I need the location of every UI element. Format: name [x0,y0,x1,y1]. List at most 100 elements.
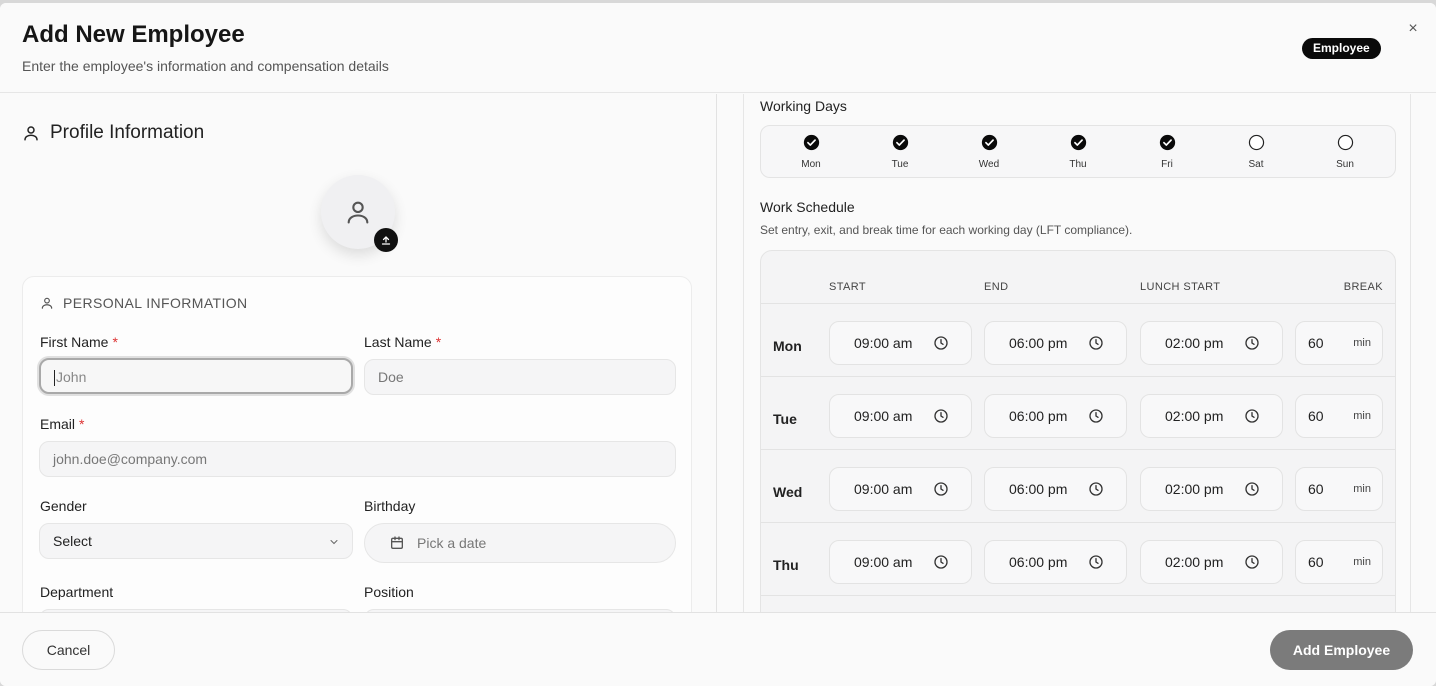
end-time-input[interactable]: 06:00 pm [984,467,1127,511]
position-label: Position [364,584,414,600]
day-toggle-thu[interactable]: Thu [1058,134,1098,170]
lunch-start-value: 02:00 pm [1165,335,1224,351]
end-time-value: 06:00 pm [1009,481,1068,497]
start-time-input[interactable]: 09:00 am [829,540,972,584]
clock-icon [1245,336,1259,350]
required-marker: * [79,416,85,432]
row-divider [761,303,1395,304]
personal-info-label: PERSONAL INFORMATION [63,295,248,311]
lunch-start-input[interactable]: 02:00 pm [1140,540,1283,584]
start-time-value: 09:00 am [854,335,913,351]
schedule-day-label: Thu [773,557,799,573]
break-unit: min [1353,556,1371,568]
clock-icon [1089,482,1103,496]
day-toggle-tue[interactable]: Tue [880,134,920,170]
user-icon [41,297,53,309]
start-time-input[interactable]: 09:00 am [829,394,972,438]
add-employee-button[interactable]: Add Employee [1270,630,1413,670]
schedule-pane[interactable]: Working Days Mon Tue Wed Thu Fri Sat Sun… [743,94,1411,612]
break-minutes-input[interactable]: 60 min [1295,394,1383,438]
day-toggle-wed[interactable]: Wed [969,134,1009,170]
break-value: 60 [1308,335,1324,351]
row-divider [761,595,1395,596]
clock-icon [1245,555,1259,569]
day-toggle-sun[interactable]: Sun [1325,134,1365,170]
end-time-value: 06:00 pm [1009,335,1068,351]
working-days-label: Working Days [760,98,847,114]
first-name-value: John [56,369,87,385]
working-days-selector: Mon Tue Wed Thu Fri Sat Sun [760,125,1396,178]
email-input[interactable]: john.doe@company.com [39,441,676,477]
upload-photo-button[interactable] [374,228,398,252]
work-schedule-note: Set entry, exit, and break time for each… [760,223,1133,237]
row-divider [761,522,1395,523]
clock-icon [934,482,948,496]
day-name: Thu [1069,159,1087,170]
lunch-start-input[interactable]: 02:00 pm [1140,467,1283,511]
profile-section-title: Profile Information [22,122,204,144]
gender-select[interactable]: Select [39,523,353,559]
birthday-label: Birthday [364,498,416,514]
day-name: Tue [891,159,909,170]
cancel-button[interactable]: Cancel [22,630,115,670]
profile-pane: Profile Information PERSONAL INFORMATION… [0,94,716,612]
last-name-label: Last Name * [364,334,441,350]
clock-icon [1245,482,1259,496]
user-icon [24,126,38,141]
required-marker: * [435,334,442,350]
clock-icon [934,336,948,350]
close-icon[interactable]: × [1404,20,1422,38]
dialog-footer: Cancel Add Employee [0,612,1436,686]
chevron-down-icon [330,540,338,545]
start-time-input[interactable]: 09:00 am [829,321,972,365]
last-name-placeholder: Doe [378,369,404,385]
lunch-start-value: 02:00 pm [1165,408,1224,424]
start-time-value: 09:00 am [854,481,913,497]
clock-icon [934,555,948,569]
schedule-day-label: Wed [773,484,803,500]
lunch-start-input[interactable]: 02:00 pm [1140,321,1283,365]
dialog-subtitle: Enter the employee's information and com… [22,58,389,74]
profile-section-label: Profile Information [50,122,205,143]
email-label: Email * [40,416,84,432]
first-name-input[interactable]: John [39,358,353,394]
work-schedule-label: Work Schedule [760,199,855,215]
day-name: Wed [978,159,1000,170]
clock-icon [1089,409,1103,423]
birthday-datepicker[interactable]: Pick a date [364,523,676,563]
day-toggle-mon[interactable]: Mon [791,134,831,170]
end-time-value: 06:00 pm [1009,554,1068,570]
lunch-start-input[interactable]: 02:00 pm [1140,394,1283,438]
schedule-day-label: Tue [773,411,797,427]
gender-label: Gender [40,498,87,514]
column-header-start: START [829,281,867,293]
start-time-input[interactable]: 09:00 am [829,467,972,511]
add-employee-dialog: Add New Employee Enter the employee's in… [0,3,1436,686]
personal-info-header: PERSONAL INFORMATION [40,295,248,311]
check-circle-icon [981,134,997,151]
break-value: 60 [1308,481,1324,497]
avatar-user-icon [347,201,369,224]
end-time-input[interactable]: 06:00 pm [984,321,1127,365]
day-name: Sun [1336,159,1354,170]
day-toggle-sat[interactable]: Sat [1236,134,1276,170]
day-name: Mon [801,159,821,170]
last-name-input[interactable]: Doe [364,359,676,395]
break-minutes-input[interactable]: 60 min [1295,467,1383,511]
email-placeholder: john.doe@company.com [53,451,208,467]
break-minutes-input[interactable]: 60 min [1295,540,1383,584]
role-badge: Employee [1302,38,1381,59]
end-time-input[interactable]: 06:00 pm [984,540,1127,584]
check-circle-icon [803,134,819,151]
day-name: Fri [1161,159,1173,170]
empty-circle-icon [1248,134,1264,151]
day-toggle-fri[interactable]: Fri [1147,134,1187,170]
clock-icon [1089,336,1103,350]
personal-information-card: PERSONAL INFORMATION First Name * John La… [22,276,692,612]
clock-icon [934,409,948,423]
end-time-input[interactable]: 06:00 pm [984,394,1127,438]
break-unit: min [1353,410,1371,422]
last-name-label-text: Last Name [364,334,432,350]
break-minutes-input[interactable]: 60 min [1295,321,1383,365]
department-label: Department [40,584,114,600]
